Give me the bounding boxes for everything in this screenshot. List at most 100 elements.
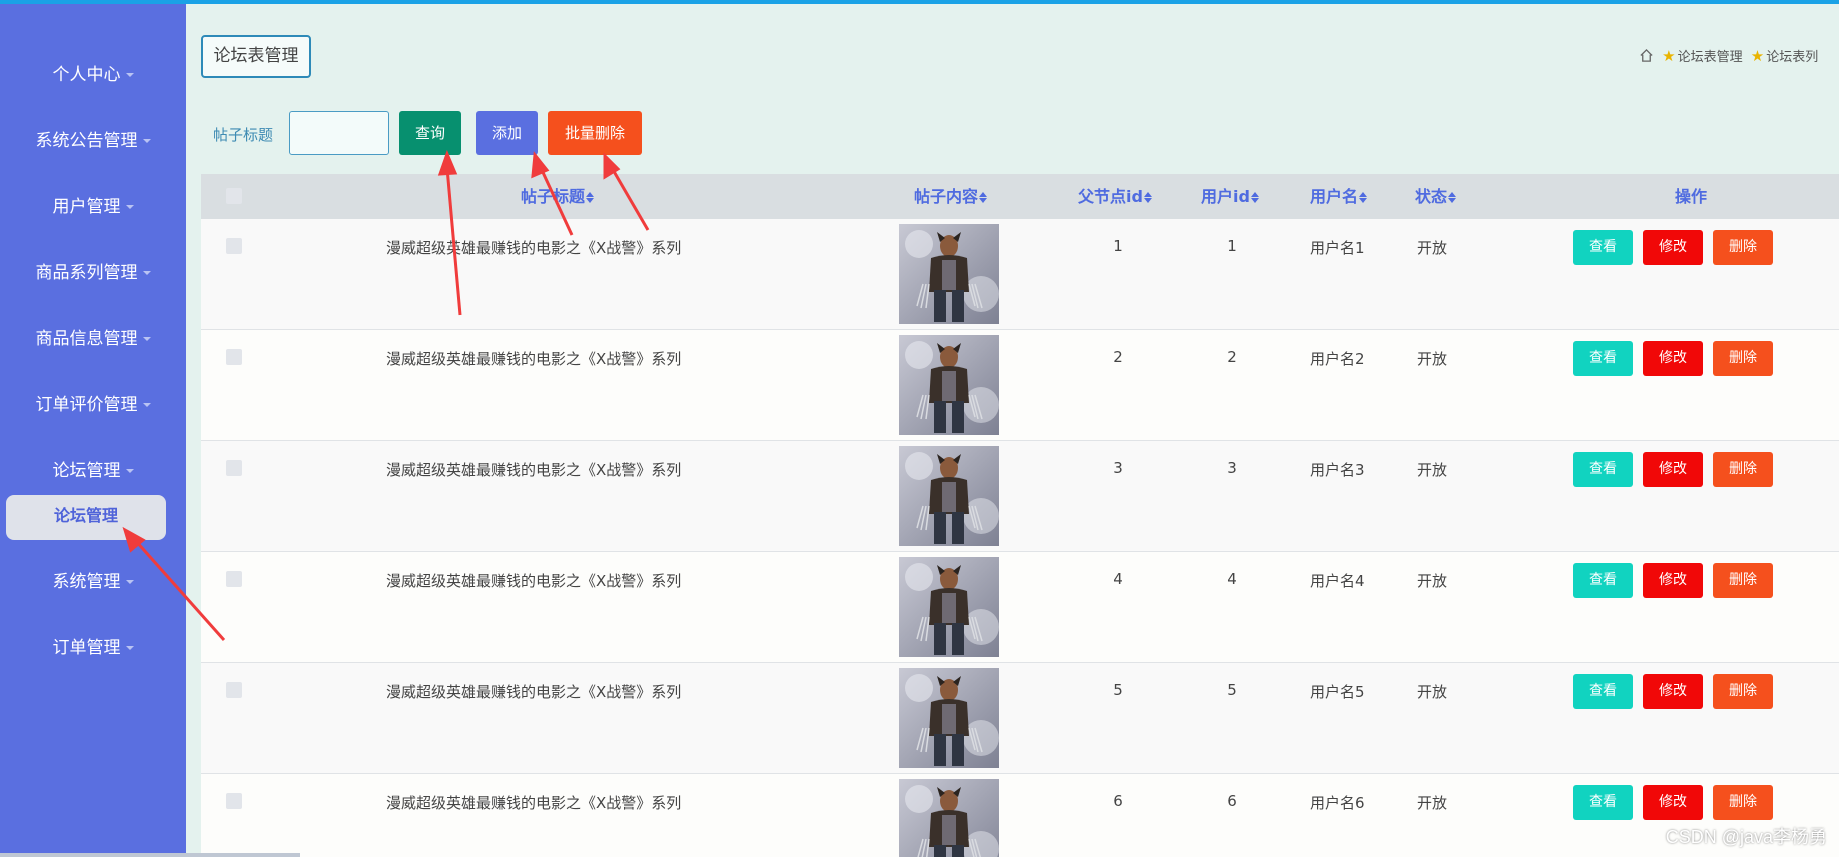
horizontal-scrollbar[interactable] (0, 853, 300, 857)
edit-button[interactable]: 修改 (1643, 230, 1703, 265)
cell-user-id: 2 (1227, 348, 1237, 366)
row-checkbox[interactable] (226, 793, 242, 809)
delete-button[interactable]: 删除 (1713, 674, 1773, 709)
header-content[interactable]: 帖子内容 (914, 174, 988, 219)
main-content: 论坛表管理 ★ 论坛表管理 ★ 论坛表列 帖子标题 查询 添加 批量删除 帖子标题 … (186, 24, 1839, 857)
row-checkbox[interactable] (226, 349, 242, 365)
sidebar-item-product-info[interactable]: 商品信息管理 (0, 324, 186, 349)
cell-content-image (899, 446, 999, 546)
sidebar: 个人中心 系统公告管理 用户管理 商品系列管理 商品信息管理 订单评价管理 论坛… (0, 4, 186, 857)
row-checkbox[interactable] (226, 682, 242, 698)
header-label: 父节点id (1078, 187, 1143, 206)
sidebar-item-label: 用户管理 (52, 197, 121, 217)
edit-button[interactable]: 修改 (1643, 452, 1703, 487)
forum-table: 帖子标题 帖子内容 父节点id 用户id 用户名 状态 操作 漫威超级英雄最赚钱… (201, 174, 1839, 857)
cell-user-id: 1 (1227, 237, 1237, 255)
delete-button[interactable]: 删除 (1713, 785, 1773, 820)
batch-delete-button[interactable]: 批量删除 (548, 111, 642, 155)
edit-button[interactable]: 修改 (1643, 674, 1703, 709)
breadcrumb: ★ 论坛表管理 ★ 论坛表列 (1639, 46, 1818, 65)
post-image (899, 668, 999, 768)
view-button[interactable]: 查看 (1573, 452, 1633, 487)
cell-title: 漫威超级英雄最赚钱的电影之《X战警》系列 (386, 572, 682, 590)
table-row: 漫威超级英雄最赚钱的电影之《X战警》系列 1 1 用户名1 开放 查看 修改 删… (201, 219, 1839, 330)
search-title-input[interactable] (289, 111, 389, 155)
sidebar-item-label: 系统公告管理 (35, 131, 138, 151)
sidebar-item-label: 订单评价管理 (35, 395, 138, 415)
header-label: 用户id (1201, 187, 1250, 206)
sidebar-item-orders[interactable]: 订单管理 (0, 633, 186, 658)
edit-button[interactable]: 修改 (1643, 341, 1703, 376)
sort-icon (1143, 192, 1152, 203)
view-button[interactable]: 查看 (1573, 230, 1633, 265)
sidebar-item-personal-center[interactable]: 个人中心 (0, 60, 186, 85)
cell-parent-id: 1 (1113, 237, 1123, 255)
cell-user-id: 6 (1227, 792, 1237, 810)
header-title[interactable]: 帖子标题 (521, 174, 595, 219)
post-image (899, 557, 999, 657)
select-all-checkbox[interactable] (226, 188, 242, 204)
cell-status: 开放 (1417, 683, 1448, 701)
delete-button[interactable]: 删除 (1713, 230, 1773, 265)
home-icon[interactable] (1639, 48, 1654, 63)
sort-icon (979, 192, 988, 203)
sort-icon (1250, 192, 1259, 203)
row-checkbox[interactable] (226, 571, 242, 587)
cell-username: 用户名1 (1310, 239, 1365, 257)
cell-status: 开放 (1417, 461, 1448, 479)
cell-username: 用户名6 (1310, 794, 1365, 812)
sidebar-subitem-forum[interactable]: 论坛管理 (6, 495, 166, 540)
cell-title: 漫威超级英雄最赚钱的电影之《X战警》系列 (386, 461, 682, 479)
search-title-label: 帖子标题 (213, 126, 274, 144)
delete-button[interactable]: 删除 (1713, 563, 1773, 598)
post-image (899, 335, 999, 435)
sidebar-item-system[interactable]: 系统管理 (0, 567, 186, 592)
caret-down-icon (125, 73, 134, 77)
cell-parent-id: 4 (1113, 570, 1123, 588)
cell-content-image (899, 335, 999, 435)
post-image (899, 779, 999, 857)
breadcrumb-item[interactable]: 论坛表列 (1766, 50, 1818, 65)
star-icon: ★ (1750, 46, 1765, 65)
header-parent-id[interactable]: 父节点id (1078, 174, 1152, 219)
view-button[interactable]: 查看 (1573, 341, 1633, 376)
add-button[interactable]: 添加 (476, 111, 538, 155)
cell-title: 漫威超级英雄最赚钱的电影之《X战警》系列 (386, 794, 682, 812)
view-button[interactable]: 查看 (1573, 563, 1633, 598)
view-button[interactable]: 查看 (1573, 674, 1633, 709)
edit-button[interactable]: 修改 (1643, 563, 1703, 598)
sidebar-item-label: 商品系列管理 (35, 263, 138, 283)
delete-button[interactable]: 删除 (1713, 452, 1773, 487)
table-row: 漫威超级英雄最赚钱的电影之《X战警》系列 3 3 用户名3 开放 查看 修改 删… (201, 441, 1839, 552)
sidebar-item-announcements[interactable]: 系统公告管理 (0, 126, 186, 151)
cell-content-image (899, 224, 999, 324)
header-username[interactable]: 用户名 (1310, 174, 1368, 219)
sidebar-item-label: 个人中心 (52, 65, 121, 85)
view-button[interactable]: 查看 (1573, 785, 1633, 820)
edit-button[interactable]: 修改 (1643, 785, 1703, 820)
sidebar-item-users[interactable]: 用户管理 (0, 192, 186, 217)
header-status[interactable]: 状态 (1415, 174, 1457, 219)
cell-status: 开放 (1417, 794, 1448, 812)
caret-down-icon (125, 205, 134, 209)
cell-parent-id: 5 (1113, 681, 1123, 699)
caret-down-icon (142, 403, 151, 407)
sidebar-item-forum[interactable]: 论坛管理 (0, 456, 186, 481)
header-label: 用户名 (1310, 187, 1359, 206)
table-row: 漫威超级英雄最赚钱的电影之《X战警》系列 6 6 用户名6 开放 查看 修改 删… (201, 774, 1839, 857)
page-title: 论坛表管理 (201, 35, 311, 78)
row-checkbox[interactable] (226, 238, 242, 254)
row-checkbox[interactable] (226, 460, 242, 476)
sidebar-item-product-series[interactable]: 商品系列管理 (0, 258, 186, 283)
cell-status: 开放 (1417, 239, 1448, 257)
delete-button[interactable]: 删除 (1713, 341, 1773, 376)
cell-username: 用户名3 (1310, 461, 1365, 479)
sidebar-item-order-reviews[interactable]: 订单评价管理 (0, 390, 186, 415)
header-user-id[interactable]: 用户id (1201, 174, 1259, 219)
query-button[interactable]: 查询 (399, 111, 461, 155)
cell-username: 用户名2 (1310, 350, 1365, 368)
post-image (899, 446, 999, 546)
sidebar-item-label: 系统管理 (52, 572, 121, 592)
cell-parent-id: 6 (1113, 792, 1123, 810)
breadcrumb-item[interactable]: 论坛表管理 (1678, 50, 1743, 65)
